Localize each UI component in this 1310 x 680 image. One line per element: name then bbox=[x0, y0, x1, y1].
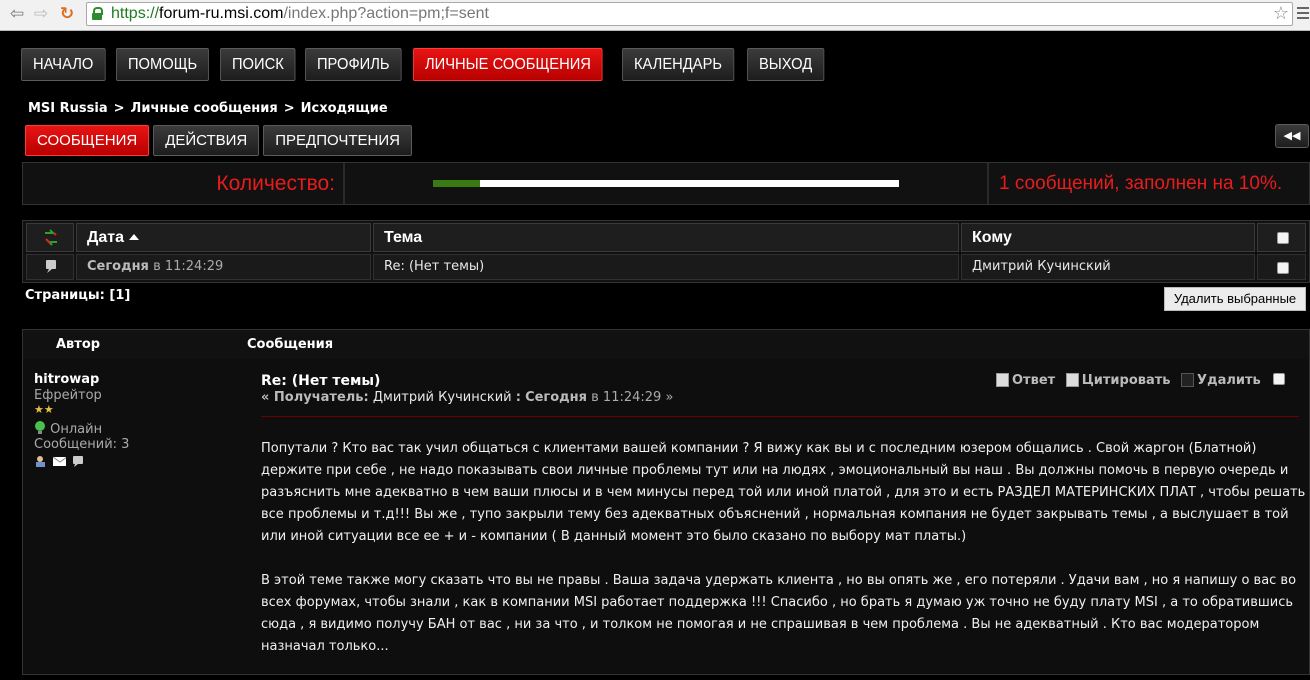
poster-info: hitrowap Ефрейтор ★★ Онлайн Сообщений: 3 bbox=[34, 372, 129, 467]
bookmark-star-icon[interactable]: ☆ bbox=[1273, 3, 1289, 24]
online-status: Онлайн bbox=[34, 421, 129, 437]
nav-logout[interactable]: ВЫХОД bbox=[747, 48, 825, 81]
quota-progress-bar bbox=[433, 180, 899, 187]
pm-quota: Количество: 1 сообщений, заполнен на 10%… bbox=[22, 162, 1310, 205]
post-select-checkbox[interactable] bbox=[1273, 373, 1286, 385]
quota-progress-fill bbox=[433, 180, 480, 187]
post-actions: Ответ Цитировать Удалить bbox=[996, 373, 1286, 388]
profile-icon[interactable] bbox=[34, 455, 47, 467]
post-paragraph: В этой теме также могу сказать что вы не… bbox=[261, 573, 1297, 654]
post-paragraph: Попутали ? Кто вас так учил общаться с к… bbox=[261, 441, 1306, 544]
message-view: Автор Сообщения hitrowap Ефрейтор ★★ Онл… bbox=[22, 329, 1310, 675]
quote-button[interactable]: Цитировать bbox=[1065, 373, 1171, 388]
page-link[interactable]: [1] bbox=[109, 288, 130, 303]
online-bulb-icon bbox=[35, 421, 45, 434]
post-recipient[interactable]: Дмитрий Кучинский bbox=[373, 390, 512, 405]
poster-actions bbox=[34, 455, 129, 467]
table-row-subject[interactable]: Re: (Нет темы) bbox=[373, 254, 959, 280]
forward-icon[interactable]: ⇨ bbox=[30, 3, 52, 25]
lock-icon bbox=[92, 7, 103, 20]
table-row-select bbox=[1257, 254, 1306, 280]
pm-sub-nav: СООБЩЕНИЯ ДЕЙСТВИЯ ПРЕДПОЧТЕНИЯ bbox=[25, 125, 416, 156]
pagination: Страницы: [1] bbox=[25, 288, 131, 303]
post-title: Re: (Нет темы) bbox=[261, 373, 381, 389]
browser-toolbar: ⇦ ⇨ ↻ https://forum-ru.msi.com/index.php… bbox=[0, 0, 1310, 31]
column-messages: Сообщения bbox=[247, 337, 334, 352]
browser-menu-icon[interactable] bbox=[1297, 7, 1309, 22]
column-author: Автор bbox=[56, 337, 101, 352]
rank-stars-icon: ★★ bbox=[34, 403, 54, 416]
message-view-header: Автор Сообщения bbox=[23, 330, 1309, 359]
breadcrumb-forum[interactable]: MSI Russia bbox=[28, 101, 108, 116]
row-checkbox[interactable] bbox=[1277, 262, 1289, 274]
delete-selected-button[interactable]: Удалить выбранные bbox=[1164, 287, 1306, 311]
quota-bar-cell bbox=[347, 163, 989, 204]
post-body: Попутали ? Кто вас так учил общаться с к… bbox=[261, 438, 1306, 680]
nav-profile[interactable]: ПРОФИЛЬ bbox=[305, 48, 402, 81]
url-text[interactable]: https://forum-ru.msi.com/index.php?actio… bbox=[111, 5, 489, 23]
post-divider bbox=[261, 416, 1299, 417]
delete-button[interactable]: Удалить bbox=[1181, 373, 1261, 388]
reload-icon[interactable]: ↻ bbox=[56, 3, 78, 25]
post-meta: « Получатель: Дмитрий Кучинский : Сегодн… bbox=[261, 390, 674, 405]
quote-icon bbox=[1065, 373, 1079, 387]
poster-rank: Ефрейтор bbox=[34, 388, 102, 403]
reply-icon bbox=[996, 373, 1009, 387]
swap-arrows-icon bbox=[45, 229, 57, 246]
tab-messages[interactable]: СООБЩЕНИЯ bbox=[25, 125, 150, 156]
message-icon bbox=[46, 260, 56, 273]
quota-text: 1 сообщений, заполнен на 10%. bbox=[999, 173, 1283, 194]
collapse-sidebar-button[interactable]: ◀◀ bbox=[1275, 124, 1309, 148]
back-icon[interactable]: ⇦ bbox=[6, 3, 28, 25]
table-row-icon-cell bbox=[26, 254, 74, 280]
toggle-sort-header[interactable] bbox=[26, 223, 74, 252]
select-all-checkbox[interactable] bbox=[1277, 232, 1289, 244]
table-row-recipient[interactable]: Дмитрий Кучинский bbox=[961, 254, 1255, 280]
nav-help[interactable]: ПОМОЩЬ bbox=[115, 48, 209, 81]
poster-name[interactable]: hitrowap bbox=[34, 372, 129, 387]
header-select-all bbox=[1257, 223, 1306, 252]
tab-actions[interactable]: ДЕЙСТВИЯ bbox=[153, 125, 260, 156]
reply-button[interactable]: Ответ bbox=[996, 373, 1055, 388]
double-chevron-left-icon: ◀◀ bbox=[1283, 129, 1301, 142]
message-list: Дата Тема Кому Сегодня в 11:24:29 Re: (Н… bbox=[22, 220, 1310, 283]
header-subject[interactable]: Тема bbox=[373, 223, 959, 252]
sort-ascending-icon bbox=[129, 234, 140, 240]
send-pm-icon[interactable] bbox=[72, 455, 85, 467]
breadcrumb-pm[interactable]: Личные сообщения bbox=[131, 101, 278, 116]
breadcrumb-sent[interactable]: Исходящие bbox=[301, 101, 388, 116]
header-to[interactable]: Кому bbox=[961, 223, 1255, 252]
table-row-date: Сегодня в 11:24:29 bbox=[76, 254, 371, 280]
main-nav: НАЧАЛО ПОМОЩЬ ПОИСК ПРОФИЛЬ ЛИЧНЫЕ СООБЩ… bbox=[21, 48, 834, 81]
nav-calendar[interactable]: КАЛЕНДАРЬ bbox=[622, 48, 735, 81]
quota-label: Количество: bbox=[23, 163, 345, 204]
nav-private-messages[interactable]: ЛИЧНЫЕ СООБЩЕНИЯ bbox=[413, 48, 603, 81]
address-bar[interactable]: https://forum-ru.msi.com/index.php?actio… bbox=[86, 2, 1293, 26]
tab-preferences[interactable]: ПРЕДПОЧТЕНИЯ bbox=[263, 125, 412, 156]
nav-home[interactable]: НАЧАЛО bbox=[21, 48, 106, 81]
header-date[interactable]: Дата bbox=[76, 223, 371, 252]
breadcrumb: MSI Russia > Личные сообщения > Исходящие bbox=[28, 101, 388, 116]
email-icon[interactable] bbox=[53, 455, 66, 467]
nav-search[interactable]: ПОИСК bbox=[219, 48, 296, 81]
delete-icon bbox=[1181, 373, 1195, 387]
poster-post-count: Сообщений: 3 bbox=[34, 437, 130, 452]
